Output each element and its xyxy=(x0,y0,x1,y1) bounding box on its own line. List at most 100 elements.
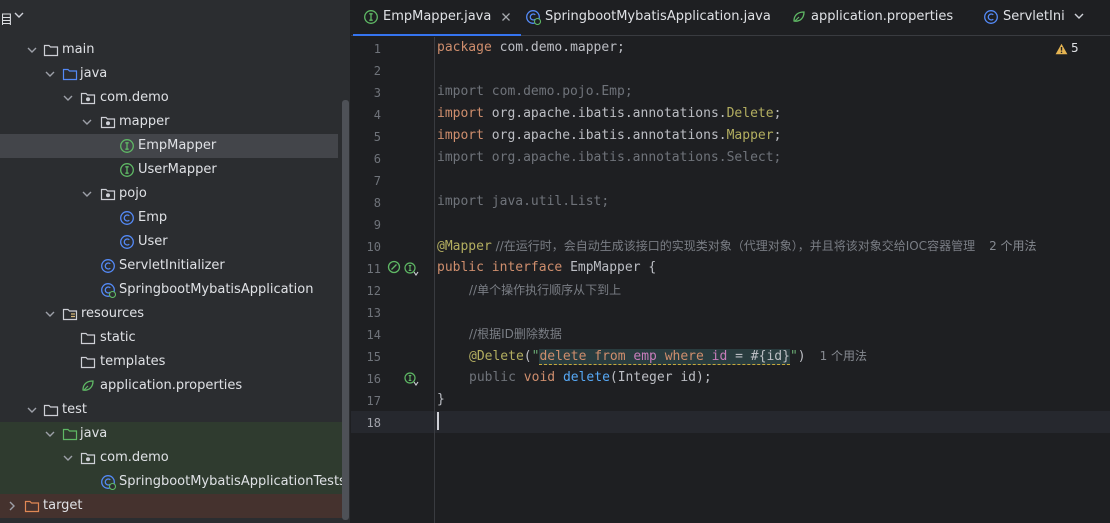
tree-item-target[interactable]: target xyxy=(0,494,343,518)
tree-item-usermapper[interactable]: UserMapper xyxy=(0,158,338,182)
code-text: ; xyxy=(773,106,782,121)
tree-item-label: application.properties xyxy=(100,378,243,393)
tree-item-java[interactable]: java xyxy=(0,62,338,86)
tree-item-label: main xyxy=(62,42,95,57)
tab-empmapper-java[interactable]: EmpMapper.java xyxy=(353,0,521,36)
tab-servletinitializer[interactable]: ServletInit xyxy=(983,0,1065,36)
line-number: 2 xyxy=(373,64,381,78)
code-line[interactable]: import com.demo.pojo.Emp; xyxy=(437,81,633,103)
tree-item-label: EmpMapper xyxy=(138,138,217,153)
sql-identifier: id xyxy=(711,349,728,364)
code-text: com.demo.mapper; xyxy=(491,40,625,55)
tab-application-properties[interactable]: application.properties xyxy=(791,0,961,36)
sql-injection-fragment: delete from emp where id = #{id} xyxy=(539,349,790,365)
code-line[interactable]: //根据ID删除数据 xyxy=(469,323,562,345)
tree-item-label: java xyxy=(80,66,108,81)
code-line[interactable]: package com.demo.mapper; xyxy=(437,37,625,59)
interface-icon xyxy=(120,139,134,153)
tree-item-application-properties[interactable]: application.properties xyxy=(0,374,338,398)
chevron-down-icon[interactable] xyxy=(26,404,38,416)
tree-item-user[interactable]: User xyxy=(0,230,338,254)
test-source-folder-icon xyxy=(62,428,78,441)
chevron-down-icon[interactable] xyxy=(81,188,93,200)
tree-item-label: templates xyxy=(100,354,166,369)
chevron-down-icon[interactable] xyxy=(62,92,74,104)
code-text: (Integer id); xyxy=(609,370,712,385)
tree-item-mapper[interactable]: mapper xyxy=(0,110,338,134)
close-icon[interactable] xyxy=(501,12,511,22)
tree-item-label: com.demo xyxy=(100,90,169,105)
code-editor[interactable]: EmpMapper.java SpringbootMybatisApplicat… xyxy=(351,0,1110,523)
code-line[interactable]: import java.util.List; xyxy=(437,191,609,213)
tree-item-servletinitializer[interactable]: ServletInitializer xyxy=(0,254,338,278)
chevron-down-icon[interactable] xyxy=(62,452,74,464)
sql-keyword: from xyxy=(594,349,626,364)
chevron-down-icon[interactable] xyxy=(44,428,56,440)
tree-item-label: target xyxy=(43,498,83,513)
interface-icon xyxy=(364,10,378,24)
code-line[interactable]: } xyxy=(437,389,445,411)
tree-item-label: UserMapper xyxy=(138,162,217,177)
tree-item-test-java[interactable]: java xyxy=(0,422,343,446)
tree-item-springbootmybatisapplicationtests[interactable]: SpringbootMybatisApplicationTests xyxy=(0,470,346,494)
tree-item-label: User xyxy=(138,234,168,249)
tree-item-main[interactable]: main xyxy=(0,38,338,62)
chevron-down-icon[interactable] xyxy=(1073,10,1085,22)
chevron-down-icon[interactable] xyxy=(26,44,38,56)
current-line-highlight xyxy=(351,411,1110,433)
spring-bean-icon[interactable] xyxy=(387,259,403,275)
class-icon xyxy=(120,235,134,249)
tree-item-templates[interactable]: templates xyxy=(0,350,338,374)
tree-item-test[interactable]: test xyxy=(0,398,338,422)
line-number: 15 xyxy=(366,350,381,364)
chevron-down-icon[interactable] xyxy=(14,10,24,20)
usages-hint[interactable]: 1 个用法 xyxy=(820,349,867,363)
code-line[interactable]: //单个操作执行顺序从下到上 xyxy=(469,279,621,301)
line-number: 3 xyxy=(373,86,381,100)
project-panel-header[interactable]: 目 xyxy=(0,0,350,34)
tree-item-springbootmybatisapplication[interactable]: SpringbootMybatisApplication xyxy=(0,278,338,302)
chevron-down-icon[interactable] xyxy=(81,116,93,128)
tree-item-emp[interactable]: Emp xyxy=(0,206,338,230)
folder-icon xyxy=(80,332,96,345)
class-icon xyxy=(120,211,134,225)
tree-item-com-demo[interactable]: com.demo xyxy=(0,86,338,110)
implemented-icon[interactable] xyxy=(403,261,419,277)
line-number: 16 xyxy=(366,372,381,386)
code-annotation-name: Mapper xyxy=(726,128,774,143)
code-line[interactable]: @Delete("delete from emp where id = #{id… xyxy=(469,345,867,367)
line-number: 18 xyxy=(366,416,381,430)
tab-springbootmybatisapplication-java[interactable]: SpringbootMybatisApplication.java xyxy=(525,0,771,36)
code-line[interactable]: import org.apache.ibatis.annotations.Del… xyxy=(437,103,781,125)
tree-item-test-com-demo[interactable]: com.demo xyxy=(0,446,343,470)
line-number: 17 xyxy=(366,394,381,408)
code-line[interactable]: import org.apache.ibatis.annotations.Map… xyxy=(437,125,781,147)
code-text: ( xyxy=(523,349,532,364)
tree-item-label: ServletInitializer xyxy=(119,258,225,273)
code-string: " xyxy=(789,349,798,364)
tree-item-static[interactable]: static xyxy=(0,326,338,350)
code-keyword: package xyxy=(437,40,492,55)
tree-item-pojo[interactable]: pojo xyxy=(0,182,338,206)
tree-item-label: Emp xyxy=(138,210,168,225)
tree-scrollbar[interactable] xyxy=(342,100,349,520)
tree-item-empmapper[interactable]: EmpMapper xyxy=(0,134,338,158)
chevron-down-icon[interactable] xyxy=(44,68,56,80)
implemented-icon[interactable] xyxy=(403,371,419,387)
code-comment: //在运行时，会自动生成该接口的实现类对象（代理对象），并且将该对象交给IOC容… xyxy=(491,239,976,253)
usages-hint[interactable]: 2 个用法 xyxy=(989,239,1036,253)
code-line[interactable]: public interface EmpMapper { xyxy=(437,257,656,279)
code-line[interactable]: @Mapper //在运行时，会自动生成该接口的实现类对象（代理对象），并且将该… xyxy=(437,235,1037,257)
class-icon xyxy=(984,10,998,24)
code-unused-import: import java.util.List; xyxy=(437,194,610,209)
editor-scrollbar[interactable] xyxy=(1095,37,1110,523)
code-line[interactable]: public void delete(Integer id); xyxy=(469,367,712,389)
folder-icon xyxy=(43,44,59,57)
sql-keyword: delete xyxy=(539,349,587,364)
chevron-down-icon[interactable] xyxy=(44,308,56,320)
code-line[interactable]: import org.apache.ibatis.annotations.Sel… xyxy=(437,147,781,169)
chevron-right-icon[interactable] xyxy=(6,500,18,512)
tree-item-resources[interactable]: resources xyxy=(0,302,338,326)
sql-identifier: emp xyxy=(633,349,657,364)
tab-label: SpringbootMybatisApplication.java xyxy=(545,9,771,24)
